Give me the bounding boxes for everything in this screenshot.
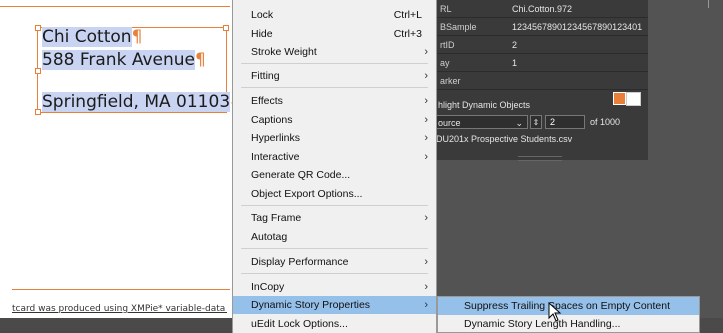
record-count-label: of 1000 — [590, 117, 621, 127]
submenu-arrow-icon: › — [424, 212, 428, 224]
menu-item-tag-frame[interactable]: Tag Frame › — [233, 209, 436, 227]
record-number-input[interactable]: 2 — [545, 115, 585, 129]
menu-item-captions[interactable]: Captions › — [233, 111, 436, 129]
window-edge — [708, 0, 723, 8]
page-margin-guide — [0, 6, 230, 7]
dynamic-story-submenu: Suppress Trailing Spaces on Empty Conten… — [437, 296, 700, 333]
frame-handle-bottom-left[interactable] — [35, 109, 41, 115]
menu-separator — [241, 248, 428, 249]
menu-separator — [241, 87, 428, 88]
panel-row[interactable]: RL Chi.Cotton.972 — [432, 0, 648, 18]
submenu-arrow-icon: › — [424, 95, 428, 107]
footer-note-text[interactable]: tcard was produced using XMPie* variable… — [12, 304, 227, 314]
menu-separator — [241, 205, 428, 206]
frame-handle-top-left[interactable] — [35, 25, 41, 31]
chevron-down-icon: ⌄ — [515, 118, 523, 128]
menu-item-incopy[interactable]: InCopy › — [233, 278, 436, 296]
record-stepper-icon[interactable]: ⇕ — [530, 115, 542, 129]
menu-item-uedit-lock[interactable]: uEdit Lock Options... — [233, 315, 436, 333]
panel-row[interactable]: BSample 12345678901234567890123401110... — [432, 18, 648, 36]
preview-frame-icon[interactable] — [626, 92, 641, 106]
context-menu: Lock Ctrl+L Hide Ctrl+3 Stroke Weight › … — [232, 0, 437, 333]
panel-row[interactable]: arker — [432, 72, 648, 90]
menu-separator — [241, 273, 428, 274]
menu-item-lock[interactable]: Lock Ctrl+L — [233, 6, 436, 24]
panel-resize-grip[interactable] — [518, 156, 562, 161]
source-dropdown[interactable]: ource ⌄ — [434, 115, 528, 129]
address-line-street[interactable]: 588 Frank Avenue¶ — [42, 50, 206, 70]
menu-item-autotag[interactable]: Autotag — [233, 228, 436, 246]
frame-handle-top-right[interactable] — [223, 25, 229, 31]
menu-item-hide[interactable]: Hide Ctrl+3 — [233, 25, 436, 43]
address-line-name[interactable]: Chi Cotton¶ — [42, 27, 142, 47]
mouse-pointer-icon — [548, 302, 562, 322]
submenu-item-suppress-trailing-spaces[interactable]: Suppress Trailing Spaces on Empty Conten… — [438, 297, 699, 315]
menu-separator — [241, 63, 428, 64]
submenu-item-story-length-handling[interactable]: Dynamic Story Length Handling... — [438, 315, 699, 333]
page-bleed-guide — [12, 289, 230, 290]
submenu-arrow-icon: › — [424, 70, 428, 82]
document-page[interactable]: Chi Cotton¶ 588 Frank Avenue¶ Springfiel… — [0, 0, 244, 333]
menu-item-hyperlinks[interactable]: Hyperlinks › — [233, 129, 436, 147]
submenu-arrow-icon: › — [424, 256, 428, 268]
address-line-city[interactable]: Springfield, MA 01103# — [42, 92, 244, 112]
menu-item-interactive[interactable]: Interactive › — [233, 148, 436, 166]
menu-item-stroke-weight[interactable]: Stroke Weight › — [233, 43, 436, 61]
panel-row[interactable]: rtID 2 — [432, 36, 648, 54]
menu-item-display-performance[interactable]: Display Performance › — [233, 253, 436, 271]
menu-item-dynamic-story-properties[interactable]: Dynamic Story Properties › — [233, 296, 436, 314]
submenu-arrow-icon: › — [424, 299, 428, 311]
menu-item-effects[interactable]: Effects › — [233, 92, 436, 110]
submenu-arrow-icon: › — [424, 151, 428, 163]
menu-item-generate-qr[interactable]: Generate QR Code... — [233, 166, 436, 184]
panel-row[interactable]: ay 1 — [432, 54, 648, 72]
data-source-filename: DU201x Prospective Students.csv — [436, 134, 573, 144]
data-merge-panel[interactable]: RL Chi.Cotton.972 BSample 12345678901234… — [432, 0, 648, 161]
submenu-arrow-icon: › — [424, 46, 428, 58]
frame-handle-left[interactable] — [35, 68, 41, 74]
highlight-toggle-icon[interactable] — [613, 92, 626, 105]
submenu-arrow-icon: › — [424, 114, 428, 126]
menu-item-object-export[interactable]: Object Export Options... — [233, 185, 436, 203]
submenu-arrow-icon: › — [424, 281, 428, 293]
submenu-arrow-icon: › — [424, 132, 428, 144]
menu-item-fitting[interactable]: Fitting › — [233, 67, 436, 85]
